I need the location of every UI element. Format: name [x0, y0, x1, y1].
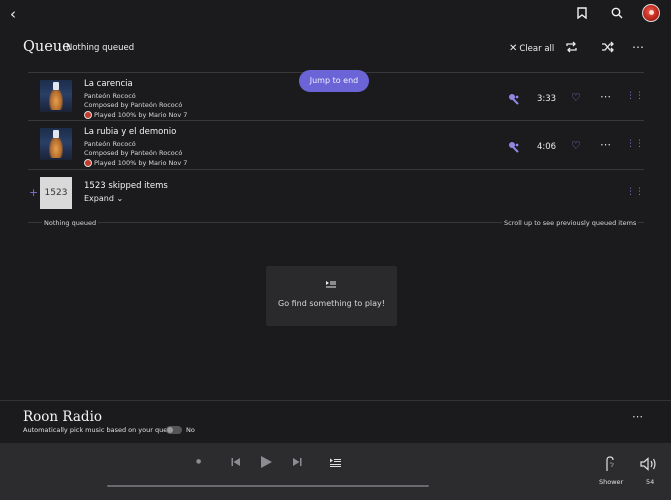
plus-icon[interactable]: +	[29, 186, 38, 199]
bookmark-icon[interactable]	[577, 7, 587, 19]
scroll-hint-label: Scroll up to see previously queued items	[502, 219, 639, 227]
record-dot-icon: ●	[196, 458, 202, 465]
queue-title: Queue	[23, 39, 71, 55]
heart-icon[interactable]: ♡	[571, 91, 581, 104]
drag-handle-icon[interactable]: ⋮⋮	[626, 92, 644, 101]
track-duration: 4:06	[537, 142, 557, 152]
more-icon[interactable]: ⋯	[600, 90, 612, 103]
roon-radio-description: Automatically pick music based on your q…	[23, 426, 176, 434]
skipped-count-tile: 1523	[40, 177, 72, 209]
top-bar: ‹	[0, 0, 671, 30]
album-art	[40, 128, 72, 160]
track-played: Played 100% by Mario Nov 7	[94, 159, 188, 167]
microphone-icon[interactable]	[508, 93, 520, 105]
shower-zone-icon[interactable]	[603, 456, 615, 472]
empty-queue-card: Go find something to play!	[266, 266, 397, 326]
profile-avatar[interactable]	[642, 4, 660, 22]
row-divider	[28, 120, 644, 121]
expand-button[interactable]: Expand ⌄	[84, 194, 123, 203]
expand-label: Expand	[84, 194, 114, 203]
empty-queue-message: Go find something to play!	[278, 299, 385, 308]
microphone-icon[interactable]	[508, 141, 520, 153]
chevron-down-icon: ⌄	[116, 194, 124, 203]
previous-icon[interactable]	[231, 457, 241, 467]
row-divider	[28, 169, 644, 170]
radio-more-icon[interactable]: ⋯	[632, 410, 644, 423]
back-icon[interactable]: ‹	[10, 7, 16, 22]
track-composer: Composed by Panteón Rococó	[84, 149, 183, 157]
transport-bar	[0, 443, 671, 500]
queue-status: Nothing queued	[66, 43, 135, 53]
close-icon: ✕	[509, 43, 518, 54]
user-avatar	[84, 111, 92, 119]
skipped-items-label: 1523 skipped items	[84, 181, 168, 191]
volume-icon[interactable]	[640, 457, 657, 471]
search-icon[interactable]	[611, 7, 623, 19]
album-art	[40, 80, 72, 112]
seek-bar[interactable]	[107, 485, 429, 487]
shuffle-icon[interactable]	[601, 41, 614, 53]
jump-to-end-button[interactable]: Jump to end	[299, 70, 369, 92]
roon-radio-toggle-value: No	[186, 426, 195, 434]
drag-handle-icon[interactable]: ⋮⋮	[626, 188, 644, 197]
play-icon[interactable]	[260, 455, 273, 469]
more-icon[interactable]: ⋯	[600, 138, 612, 151]
next-icon[interactable]	[292, 457, 302, 467]
track-title[interactable]: La carencia	[84, 79, 133, 89]
queue-more-icon[interactable]: ⋯	[632, 40, 645, 54]
queue-icon[interactable]	[330, 458, 341, 467]
track-played: Played 100% by Mario Nov 7	[94, 111, 188, 119]
clear-all-label: Clear all	[519, 44, 555, 54]
track-artist[interactable]: Panteón Rococó	[84, 140, 136, 148]
queue-list-icon	[326, 281, 336, 288]
user-avatar	[84, 159, 92, 167]
nothing-queued-label: Nothing queued	[42, 219, 99, 227]
track-artist[interactable]: Panteón Rococó	[84, 92, 136, 100]
heart-icon[interactable]: ♡	[571, 139, 581, 152]
roon-radio-toggle[interactable]	[166, 426, 182, 434]
volume-level: 54	[646, 478, 655, 486]
queue-track-row[interactable]: La rubia y el demonio Panteón Rococó Com…	[28, 124, 644, 172]
track-title[interactable]: La rubia y el demonio	[84, 127, 176, 137]
track-composer: Composed by Panteón Rococó	[84, 101, 183, 109]
section-divider	[0, 400, 671, 401]
repeat-icon[interactable]	[565, 41, 578, 53]
roon-radio-title: Roon Radio	[23, 409, 103, 425]
zone-name[interactable]: Shower	[599, 478, 623, 486]
track-duration: 3:33	[537, 94, 557, 104]
clear-all-button[interactable]: ✕ Clear all	[509, 43, 554, 54]
drag-handle-icon[interactable]: ⋮⋮	[626, 140, 644, 149]
